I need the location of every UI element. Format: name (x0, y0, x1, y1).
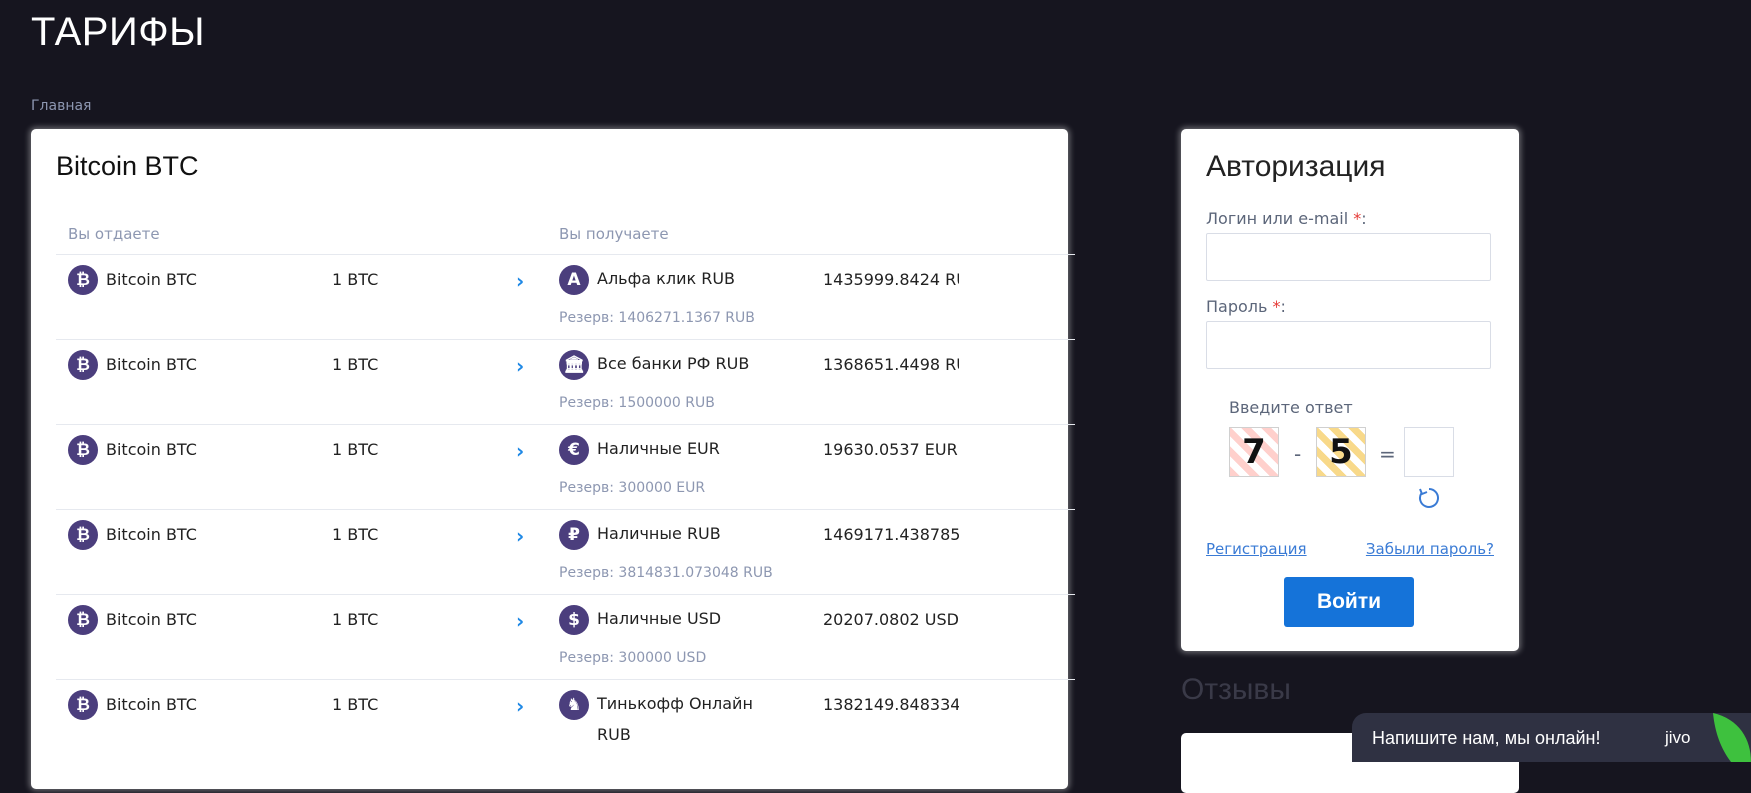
chat-text: Напишите нам, мы онлайн! (1372, 728, 1601, 748)
get-currency: Альфа клик RUB (597, 269, 736, 288)
captcha-label: Введите ответ (1229, 398, 1353, 417)
rates-header: Вы отдаете Вы получаете (56, 214, 1075, 255)
get-amount: 1469171.438785 (823, 525, 959, 544)
chevron-right-icon: › (516, 354, 525, 378)
rate-row[interactable]: ₿ Bitcoin BTC 1 BTC › 🏛 Все банки РФ RUB… (56, 340, 1075, 425)
login-input[interactable] (1206, 233, 1491, 281)
page-title: ТАРИФЫ (31, 10, 206, 54)
get-amount: 1368651.4498 RUB (823, 355, 959, 374)
refresh-icon[interactable] (1417, 486, 1441, 510)
get-amount: 1435999.8424 RUB (823, 270, 959, 289)
jivo-logo: jivo (1665, 728, 1691, 747)
give-amount: 1 BTC (332, 695, 379, 714)
get-currency-icon: 🏛 (559, 350, 589, 380)
give-currency: Bitcoin BTC (106, 355, 197, 374)
rate-row[interactable]: ₿ Bitcoin BTC 1 BTC › ♞ Тинькофф Онлайн … (56, 680, 1075, 764)
reviews-title: Отзывы (1181, 673, 1291, 706)
get-currency: Наличные USD (597, 609, 722, 628)
give-currency: Bitcoin BTC (106, 610, 197, 629)
get-amount: 20207.0802 USD (823, 610, 959, 629)
login-button[interactable]: Войти (1284, 577, 1414, 627)
give-amount: 1 BTC (332, 610, 379, 629)
password-input[interactable] (1206, 321, 1491, 369)
give-currency: Bitcoin BTC (106, 525, 197, 544)
register-link[interactable]: Регистрация (1206, 540, 1307, 558)
get-currency: Наличные EUR (597, 439, 720, 458)
get-currency: Наличные RUB (597, 524, 721, 543)
chat-widget[interactable]: Напишите нам, мы онлайн! jivo (1352, 713, 1751, 762)
rate-row[interactable]: ₿ Bitcoin BTC 1 BTC › $ Наличные USD 202… (56, 595, 1075, 680)
reserve-amount: Резерв: 1406271.1367 RUB (559, 310, 755, 326)
get-amount: 19630.0537 EUR (823, 440, 958, 459)
bitcoin-icon: ₿ (68, 690, 98, 720)
bitcoin-icon: ₿ (68, 605, 98, 635)
rates-title: Bitcoin BTC (56, 151, 199, 181)
reserve-amount: Резерв: 300000 USD (559, 650, 707, 666)
captcha-digit-a: 7 (1229, 427, 1279, 477)
chevron-right-icon: › (516, 524, 525, 548)
captcha-digit-b: 5 (1316, 427, 1366, 477)
get-currency: Все банки РФ RUB (597, 354, 750, 373)
captcha-equals: = (1379, 442, 1396, 466)
give-currency: Bitcoin BTC (106, 270, 197, 289)
chevron-right-icon: › (516, 609, 525, 633)
chevron-right-icon: › (516, 439, 525, 463)
rate-row[interactable]: ₿ Bitcoin BTC 1 BTC › ₽ Наличные RUB 146… (56, 510, 1075, 595)
bitcoin-icon: ₿ (68, 435, 98, 465)
captcha-operator: - (1294, 442, 1302, 466)
get-amount: 1382149.848334 (823, 695, 959, 714)
header-give: Вы отдаете (68, 225, 160, 243)
rates-table: Вы отдаете Вы получаете ₿ Bitcoin BTC 1 … (56, 214, 1075, 764)
auth-title: Авторизация (1206, 150, 1386, 183)
reserve-amount: Резерв: 300000 EUR (559, 480, 706, 496)
rate-row[interactable]: ₿ Bitcoin BTC 1 BTC › € Наличные EUR 196… (56, 425, 1075, 510)
rate-row[interactable]: ₿ Bitcoin BTC 1 BTC › A Альфа клик RUB 1… (56, 255, 1075, 340)
captcha-answer-input[interactable] (1404, 427, 1454, 477)
forgot-password-link[interactable]: Забыли пароль? (1366, 540, 1494, 558)
get-currency-icon: $ (559, 605, 589, 635)
bitcoin-icon: ₿ (68, 350, 98, 380)
login-label: Логин или e-mail *: (1206, 209, 1367, 228)
give-amount: 1 BTC (332, 355, 379, 374)
give-amount: 1 BTC (332, 525, 379, 544)
get-currency-icon: ₽ (559, 520, 589, 550)
get-currency-icon: ♞ (559, 690, 589, 720)
reserve-amount: Резерв: 1500000 RUB (559, 395, 715, 411)
reserve-amount: Резерв: 3814831.073048 RUB (559, 565, 773, 581)
get-currency-icon: € (559, 435, 589, 465)
give-amount: 1 BTC (332, 440, 379, 459)
bitcoin-icon: ₿ (68, 265, 98, 295)
bitcoin-icon: ₿ (68, 520, 98, 550)
breadcrumb-home[interactable]: Главная (31, 98, 91, 114)
leaf-icon (1713, 713, 1751, 762)
auth-card: Авторизация Логин или e-mail *: Пароль *… (1181, 129, 1519, 651)
chevron-right-icon: › (516, 269, 525, 293)
give-amount: 1 BTC (332, 270, 379, 289)
rates-card: Bitcoin BTC Вы отдаете Вы получаете ₿ Bi… (31, 129, 1075, 789)
password-label: Пароль *: (1206, 297, 1286, 316)
get-currency-icon: A (559, 265, 589, 295)
get-currency: Тинькофф Онлайн RUB (597, 694, 753, 744)
rates-rows: ₿ Bitcoin BTC 1 BTC › A Альфа клик RUB 1… (56, 255, 1075, 764)
give-currency: Bitcoin BTC (106, 695, 197, 714)
give-currency: Bitcoin BTC (106, 440, 197, 459)
chevron-right-icon: › (516, 694, 525, 718)
header-get: Вы получаете (559, 225, 669, 243)
